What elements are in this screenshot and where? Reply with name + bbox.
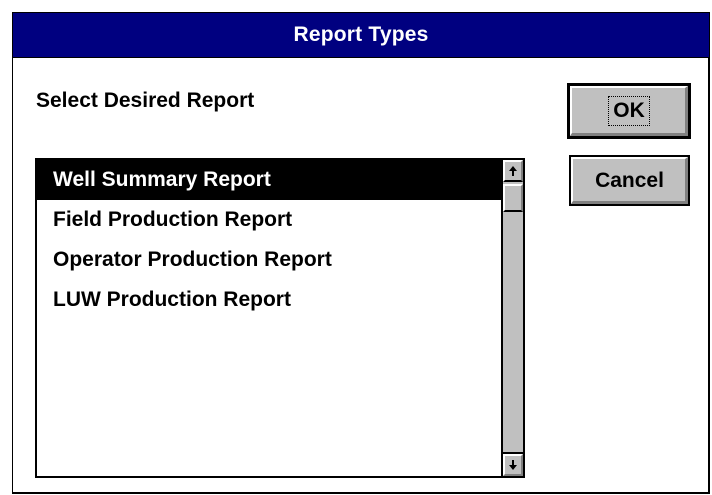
arrow-down-icon: [508, 459, 518, 471]
vertical-scrollbar[interactable]: [501, 160, 523, 476]
scroll-down-button[interactable]: [503, 452, 523, 476]
list-item-field-production-report[interactable]: Field Production Report: [37, 200, 503, 240]
scroll-thumb[interactable]: [503, 184, 523, 212]
report-listbox[interactable]: Well Summary Report Field Production Rep…: [35, 158, 525, 478]
ok-button-label: OK: [608, 96, 650, 126]
report-types-dialog: Report Types Select Desired Report Well …: [0, 0, 712, 495]
list-item-luw-production-report[interactable]: LUW Production Report: [37, 280, 503, 320]
arrow-up-icon: [508, 165, 518, 177]
cancel-button[interactable]: Cancel: [569, 155, 690, 206]
report-list-items: Well Summary Report Field Production Rep…: [37, 160, 503, 476]
cancel-button-label: Cancel: [595, 168, 664, 192]
list-item-well-summary-report[interactable]: Well Summary Report: [37, 160, 503, 200]
select-report-label: Select Desired Report: [36, 89, 255, 112]
dialog-title: Report Types: [293, 23, 429, 46]
title-bar[interactable]: Report Types: [12, 12, 710, 58]
scroll-up-button[interactable]: [503, 160, 523, 182]
list-item-operator-production-report[interactable]: Operator Production Report: [37, 240, 503, 280]
ok-button[interactable]: OK: [567, 83, 691, 139]
